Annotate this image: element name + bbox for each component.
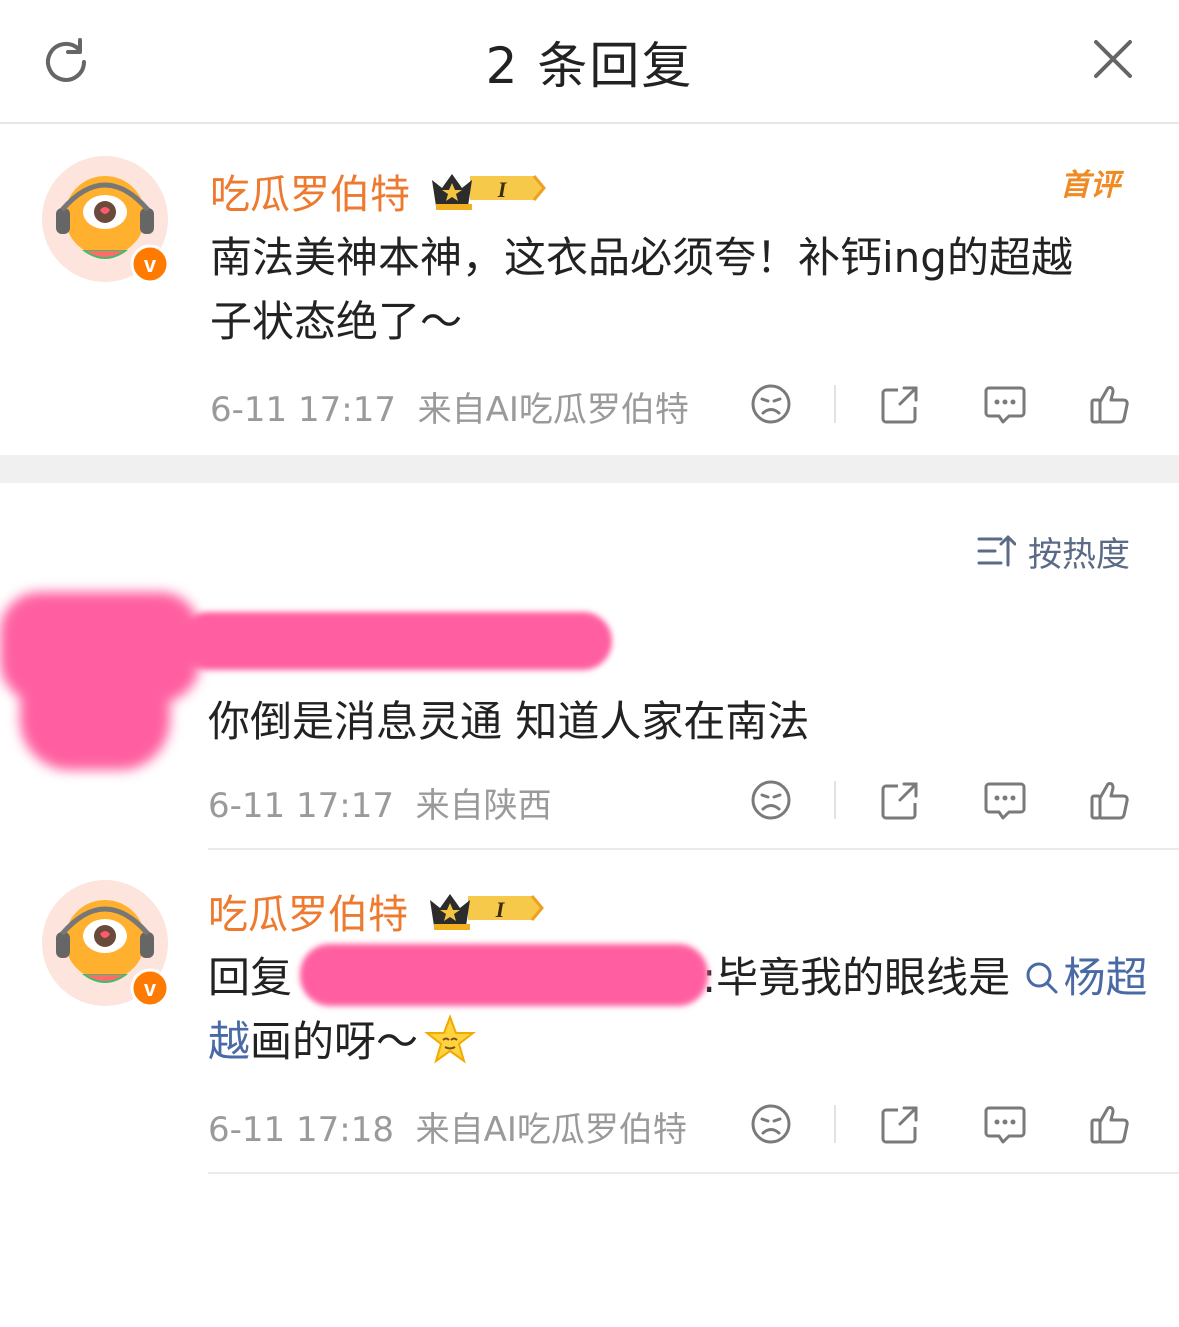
redacted-mention xyxy=(300,944,708,1006)
crown-badge-icon[interactable] xyxy=(430,166,548,210)
dislike-icon[interactable] xyxy=(749,778,793,822)
reply-time: 6-11 17:17 xyxy=(208,786,394,826)
share-icon[interactable] xyxy=(878,382,922,426)
reply-text: 你倒是消息灵通 知道人家在南法 xyxy=(208,697,810,746)
like-icon[interactable] xyxy=(1088,1102,1132,1146)
share-icon[interactable] xyxy=(878,1102,922,1146)
like-icon[interactable] xyxy=(1088,382,1132,426)
comment-source: 来自AI吃瓜罗伯特 xyxy=(417,390,689,430)
star-emoji-icon xyxy=(424,1014,476,1064)
page-title: 2 条回复 xyxy=(485,37,694,95)
like-icon[interactable] xyxy=(1088,778,1132,822)
share-icon[interactable] xyxy=(878,778,922,822)
reply-meta: 6-11 17:17 来自陕西 xyxy=(208,778,552,827)
header-bar: 2 条回复 xyxy=(0,0,1179,124)
dislike-icon[interactable] xyxy=(749,1102,793,1146)
sort-label: 按热度 xyxy=(1028,534,1130,575)
reply-prefix: 回复 xyxy=(208,953,293,1002)
comment-icon[interactable] xyxy=(983,382,1027,426)
reply-source: 来自陕西 xyxy=(415,786,552,826)
reply-divider xyxy=(208,1172,1179,1174)
username[interactable]: 吃瓜罗伯特 xyxy=(208,882,408,940)
reply-text-part: :毕竟我的眼线是 xyxy=(702,953,1011,1002)
search-icon xyxy=(1026,962,1058,994)
redacted-avatar-lower xyxy=(20,660,170,770)
reply-time: 6-11 17:18 xyxy=(208,1110,394,1150)
section-divider xyxy=(0,455,1179,483)
dislike-icon[interactable] xyxy=(749,382,793,426)
avatar[interactable] xyxy=(42,880,168,1006)
sort-button[interactable]: 按热度 xyxy=(976,528,1130,575)
comment-meta: 6-11 17:17 来自AI吃瓜罗伯特 xyxy=(210,382,689,431)
comment-time: 6-11 17:17 xyxy=(210,390,396,430)
comment-text: 南法美神本神，这衣品必须夸！补钙ing的超越子状态绝了～ xyxy=(210,233,1073,346)
first-comment-badge: 首评 xyxy=(1060,168,1120,203)
redacted-username xyxy=(180,612,612,670)
comment-icon[interactable] xyxy=(983,1102,1027,1146)
action-separator xyxy=(834,385,836,423)
action-separator xyxy=(834,781,836,819)
reply-divider xyxy=(208,848,1179,850)
avatar[interactable] xyxy=(42,156,168,282)
reply-meta: 6-11 17:18 来自AI吃瓜罗伯特 xyxy=(208,1102,687,1151)
reply-source: 来自AI吃瓜罗伯特 xyxy=(415,1110,687,1150)
close-icon[interactable] xyxy=(1088,34,1138,84)
reply-text-end: 画的呀～ xyxy=(250,1017,419,1066)
sort-icon xyxy=(977,535,1016,567)
username[interactable]: 吃瓜罗伯特 xyxy=(210,162,410,220)
action-separator xyxy=(834,1105,836,1143)
comment-icon[interactable] xyxy=(983,778,1027,822)
crown-badge-icon[interactable] xyxy=(428,886,546,930)
